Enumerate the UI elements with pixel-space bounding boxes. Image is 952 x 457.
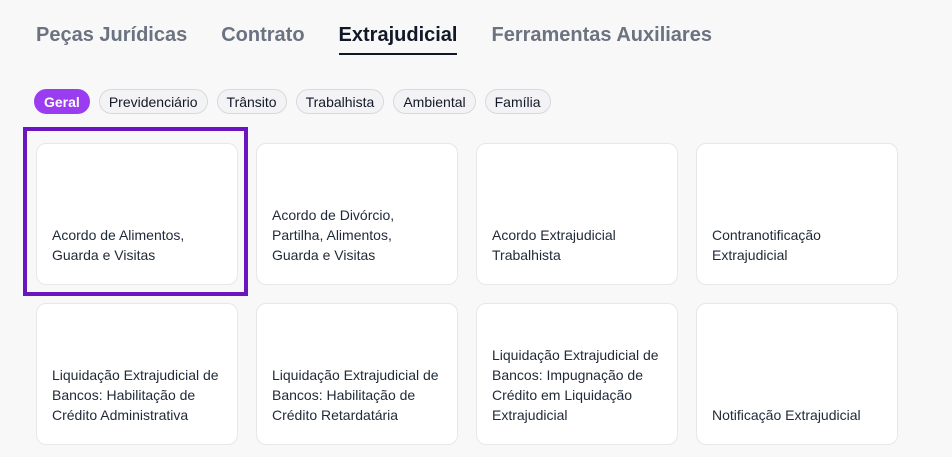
filter-chip-geral[interactable]: Geral <box>34 89 90 114</box>
filter-chip-familia[interactable]: Família <box>484 89 551 114</box>
template-card[interactable]: Acordo de Divórcio, Partilha, Alimentos,… <box>256 143 458 285</box>
tab-ferramentas-auxiliares[interactable]: Ferramentas Auxiliares <box>491 22 711 55</box>
template-card[interactable]: Liquidação Extrajudicial de Bancos: Habi… <box>36 303 238 445</box>
template-card[interactable]: Liquidação Extrajudicial de Bancos: Habi… <box>256 303 458 445</box>
filter-chip-transito[interactable]: Trânsito <box>216 89 287 114</box>
template-card-title: Notificação Extrajudicial <box>712 407 861 423</box>
template-card-title: Acordo de Divórcio, Partilha, Alimentos,… <box>272 207 395 263</box>
template-card[interactable]: Acordo de Alimentos, Guarda e Visitas <box>36 143 238 285</box>
template-card-title: Contranotificação Extrajudicial <box>712 227 821 263</box>
filter-chip-ambiental[interactable]: Ambiental <box>393 89 476 114</box>
template-card-title: Acordo de Alimentos, Guarda e Visitas <box>52 227 185 263</box>
template-card-title: Liquidação Extrajudicial de Bancos: Habi… <box>272 367 439 423</box>
category-tabs: Peças Jurídicas Contrato Extrajudicial F… <box>36 22 712 55</box>
tab-pecas-juridicas[interactable]: Peças Jurídicas <box>36 22 187 55</box>
filter-chip-previdenciario[interactable]: Previdenciário <box>98 89 208 114</box>
template-card-title: Liquidação Extrajudicial de Bancos: Habi… <box>52 367 219 423</box>
template-card-title: Acordo Extrajudicial Trabalhista <box>492 227 616 263</box>
template-card[interactable]: Acordo Extrajudicial Trabalhista <box>476 143 678 285</box>
template-grid: Acordo de Alimentos, Guarda e Visitas Ac… <box>36 143 898 445</box>
template-card[interactable]: Liquidação Extrajudicial de Bancos: Impu… <box>476 303 678 445</box>
tab-contrato[interactable]: Contrato <box>221 22 304 55</box>
filter-chip-trabalhista[interactable]: Trabalhista <box>295 89 385 114</box>
template-card-title: Liquidação Extrajudicial de Bancos: Impu… <box>492 347 659 423</box>
filter-chips: Geral Previdenciário Trânsito Trabalhist… <box>34 89 551 114</box>
template-card[interactable]: Contranotificação Extrajudicial <box>696 143 898 285</box>
template-card[interactable]: Notificação Extrajudicial <box>696 303 898 445</box>
tab-extrajudicial[interactable]: Extrajudicial <box>338 22 458 55</box>
